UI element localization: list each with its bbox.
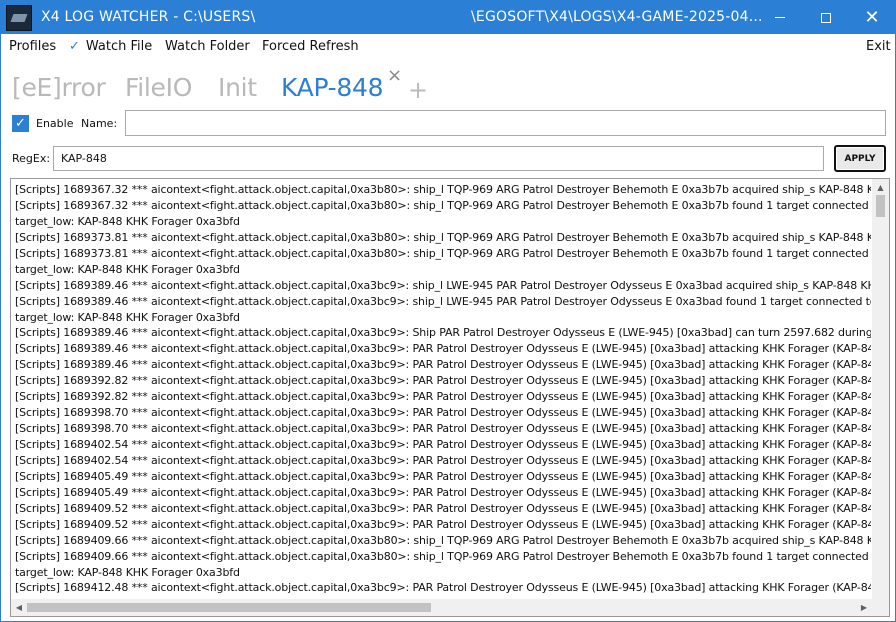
log-line: target_low: KAP-848 KHK Forager 0xa3bfd xyxy=(15,310,240,324)
vertical-scroll-thumb[interactable] xyxy=(876,195,885,217)
vertical-scrollbar[interactable]: ▲ xyxy=(872,179,889,600)
maximize-button[interactable] xyxy=(803,1,849,34)
log-line: [Scripts] 1689373.81 *** aicontext<fight… xyxy=(15,230,871,244)
log-line: [Scripts] 1689392.82 *** aicontext<fight… xyxy=(15,374,871,388)
window-title-left: X4 LOG WATCHER - C:\USERS\ xyxy=(41,9,256,25)
log-line: target_low: KAP-848 KHK Forager 0xa3bfd xyxy=(15,262,240,276)
log-line: [Scripts] 1689405.49 *** aicontext<fight… xyxy=(15,469,871,483)
apply-button[interactable]: APPLY xyxy=(834,145,886,172)
close-icon: ✕ xyxy=(864,6,880,28)
name-input[interactable] xyxy=(125,110,886,136)
log-line: target_low: KAP-848 KHK Forager 0xa3bfd xyxy=(15,214,240,228)
log-line: [Scripts] 1689412.48 *** aicontext<fight… xyxy=(15,581,871,595)
menu-watch-file-label: Watch File xyxy=(85,39,153,54)
app-icon xyxy=(6,5,32,31)
log-line: [Scripts] 1689373.81 *** aicontext<fight… xyxy=(15,246,871,260)
scroll-left-icon[interactable]: ◀ xyxy=(11,599,27,616)
filter-tabs: [eE]rror FileIO Init KAP-848 × + xyxy=(1,65,895,107)
name-label: Name: xyxy=(81,117,118,130)
app-window: X4 LOG WATCHER - C:\USERS\ \EGOSOFT\X4\L… xyxy=(0,0,896,622)
tab-kap-848[interactable]: KAP-848 xyxy=(281,73,384,102)
scroll-up-icon[interactable]: ▲ xyxy=(872,179,889,195)
log-line: [Scripts] 1689402.54 *** aicontext<fight… xyxy=(15,453,871,467)
log-line: [Scripts] 1689409.52 *** aicontext<fight… xyxy=(15,517,871,531)
menu-watch-file[interactable]: ✓ Watch File xyxy=(69,39,152,54)
menu-exit[interactable]: Exit xyxy=(866,39,891,54)
log-line: [Scripts] 1689367.32 *** aicontext<fight… xyxy=(15,198,871,212)
add-tab-icon[interactable]: + xyxy=(408,76,428,104)
log-line: [Scripts] 1689398.70 *** aicontext<fight… xyxy=(15,422,871,436)
log-line: [Scripts] 1689409.66 *** aicontext<fight… xyxy=(15,533,871,547)
enable-label: Enable xyxy=(36,117,74,130)
minimize-button[interactable] xyxy=(757,1,803,34)
close-button[interactable]: ✕ xyxy=(849,1,895,34)
log-line: [Scripts] 1689392.82 *** aicontext<fight… xyxy=(15,390,871,404)
menu-profiles[interactable]: Profiles xyxy=(9,39,56,54)
log-line: [Scripts] 1689389.46 *** aicontext<fight… xyxy=(15,342,871,356)
horizontal-scroll-thumb[interactable] xyxy=(27,603,431,612)
scrollbar-corner xyxy=(872,599,889,616)
log-line: [Scripts] 1689367.32 *** aicontext<fight… xyxy=(15,183,871,196)
tab-fileio[interactable]: FileIO xyxy=(125,73,192,102)
tab-error[interactable]: [eE]rror xyxy=(12,73,106,102)
log-line: target_low: KAP-848 KHK Forager 0xa3bfd xyxy=(15,565,240,579)
menu-bar: Profiles ✓ Watch File Watch Folder Forced… xyxy=(1,37,895,59)
scroll-right-icon[interactable]: ▶ xyxy=(856,599,872,616)
menu-watch-folder[interactable]: Watch Folder xyxy=(165,39,250,54)
checkmark-icon: ✓ xyxy=(15,116,26,131)
log-output[interactable]: [Scripts] 1689367.32 *** aicontext<fight… xyxy=(10,178,890,617)
menu-forced-refresh[interactable]: Forced Refresh xyxy=(262,39,359,54)
log-line: [Scripts] 1689409.52 *** aicontext<fight… xyxy=(15,501,871,515)
horizontal-scrollbar[interactable]: ◀ ▶ xyxy=(11,599,889,616)
regex-label: RegEx: xyxy=(12,152,51,165)
title-bar[interactable]: X4 LOG WATCHER - C:\USERS\ \EGOSOFT\X4\L… xyxy=(1,1,895,34)
log-line: [Scripts] 1689389.46 *** aicontext<fight… xyxy=(15,278,871,292)
tab-close-icon[interactable]: × xyxy=(387,65,402,86)
log-line: [Scripts] 1689389.46 *** aicontext<fight… xyxy=(15,358,871,372)
checkmark-icon: ✓ xyxy=(69,39,80,54)
minimize-icon xyxy=(775,17,785,18)
tab-init[interactable]: Init xyxy=(218,73,257,102)
window-title-right: \EGOSOFT\X4\LOGS\X4-GAME-2025-04... xyxy=(471,9,763,25)
maximize-icon xyxy=(821,12,831,23)
log-line: [Scripts] 1689405.49 *** aicontext<fight… xyxy=(15,485,871,499)
log-line: [Scripts] 1689389.46 *** aicontext<fight… xyxy=(15,326,871,340)
log-line: [Scripts] 1689389.46 *** aicontext<fight… xyxy=(15,294,871,308)
log-line: [Scripts] 1689409.66 *** aicontext<fight… xyxy=(15,549,871,563)
log-lines: [Scripts] 1689367.32 *** aicontext<fight… xyxy=(15,182,871,600)
log-line: [Scripts] 1689398.70 *** aicontext<fight… xyxy=(15,406,871,420)
regex-input[interactable] xyxy=(53,146,824,171)
enable-checkbox[interactable]: ✓ xyxy=(12,115,29,132)
log-line: [Scripts] 1689402.54 *** aicontext<fight… xyxy=(15,438,871,451)
